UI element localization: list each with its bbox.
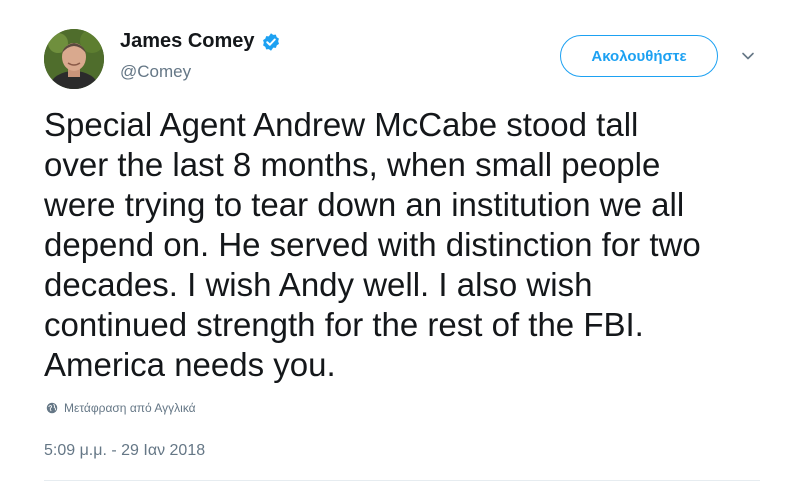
chevron-down-icon[interactable] bbox=[740, 48, 756, 64]
avatar[interactable] bbox=[44, 29, 104, 89]
divider bbox=[44, 480, 760, 481]
tweet-text: Special Agent Andrew McCabe stood tall o… bbox=[44, 106, 701, 383]
translate-label: Μετάφραση από Αγγλικά bbox=[64, 401, 196, 415]
display-name[interactable]: James Comey bbox=[120, 30, 255, 53]
user-handle[interactable]: @Comey bbox=[120, 62, 191, 82]
name-row: James Comey bbox=[120, 30, 281, 53]
globe-icon bbox=[46, 402, 58, 414]
verified-badge-icon bbox=[262, 32, 279, 51]
tweet-timestamp[interactable]: 5:09 μ.μ. - 29 Ιαν 2018 bbox=[44, 442, 205, 460]
tweet-card: James Comey @Comey Ακολουθήστε Special A… bbox=[0, 0, 800, 495]
translate-tweet-link[interactable]: Μετάφραση από Αγγλικά bbox=[46, 401, 196, 415]
follow-button[interactable]: Ακολουθήστε bbox=[560, 35, 718, 77]
